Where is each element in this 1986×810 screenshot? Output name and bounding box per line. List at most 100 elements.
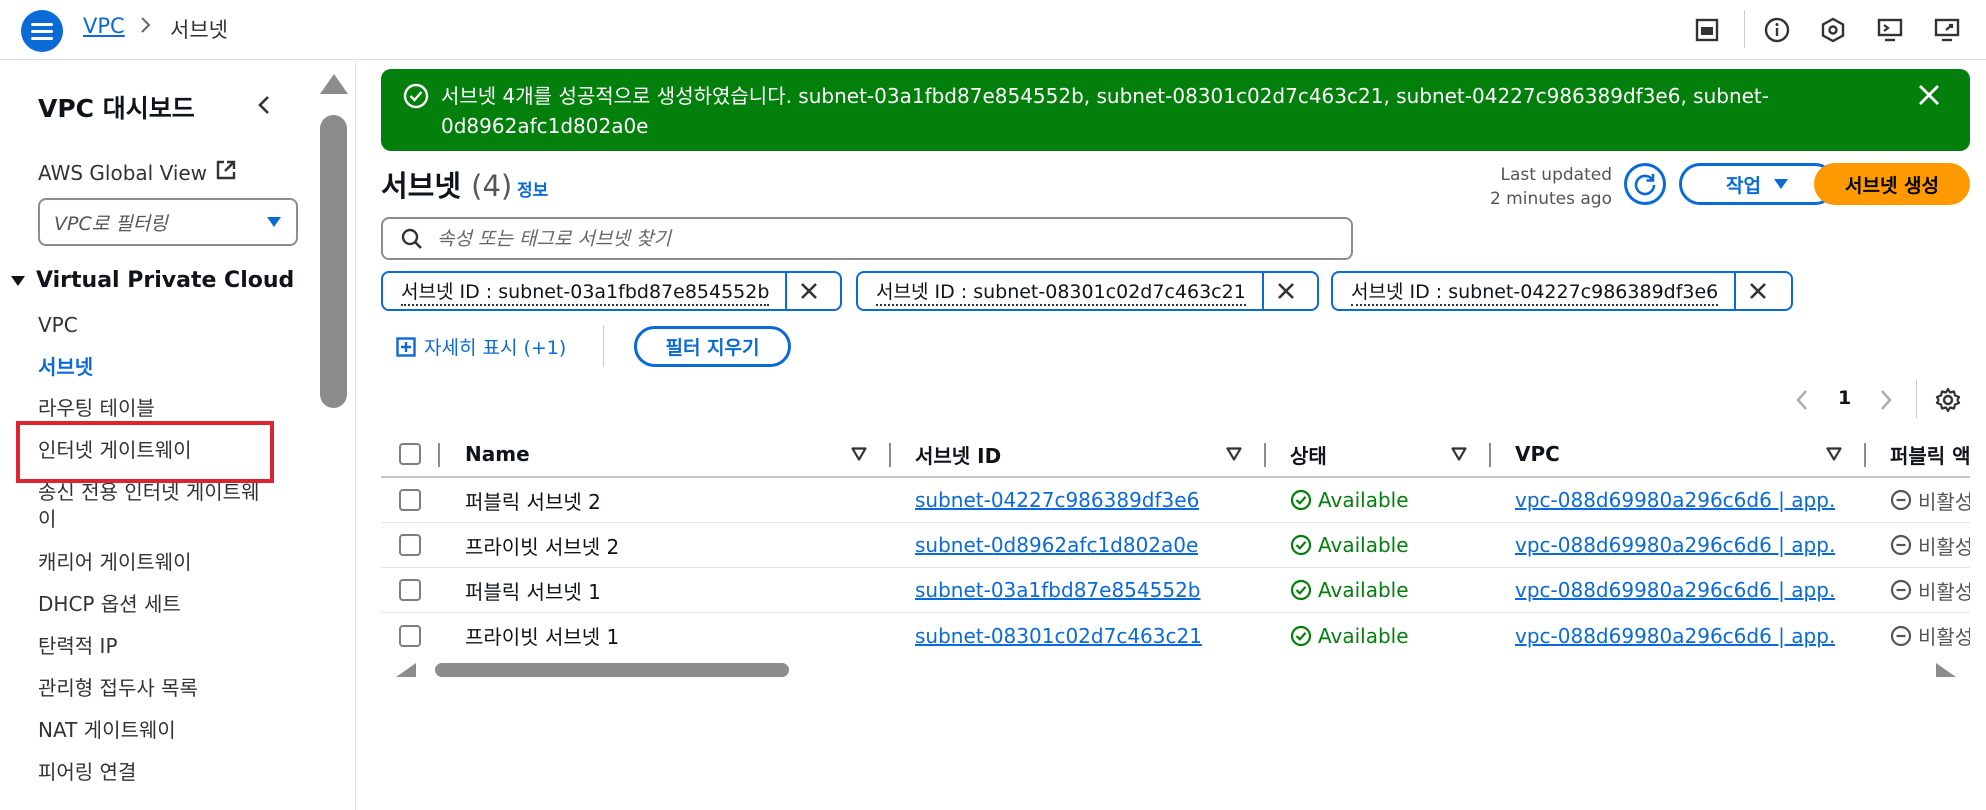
table-horizontal-scrollbar-thumb[interactable] bbox=[435, 663, 789, 677]
filter-token-1: 서브넷 ID : subnet-03a1fbd87e854552b bbox=[381, 271, 842, 311]
column-header-public[interactable]: 퍼블릭 액 bbox=[1890, 432, 1970, 476]
sidebar-item-vpc[interactable]: VPC bbox=[38, 312, 78, 338]
create-subnet-button[interactable]: 서브넷 생성 bbox=[1814, 163, 1970, 205]
filter-token-3: 서브넷 ID : subnet-04227c986389df3e6 bbox=[1331, 271, 1793, 311]
close-icon[interactable] bbox=[1917, 83, 1947, 113]
sort-caret-icon[interactable] bbox=[1826, 446, 1842, 465]
search-input[interactable] bbox=[437, 227, 1317, 250]
column-separator[interactable] bbox=[889, 443, 891, 467]
table-row[interactable]: 퍼블릭 서브넷 2 subnet-04227c986389df3e6 Avail… bbox=[381, 478, 1970, 523]
row-checkbox[interactable] bbox=[399, 534, 421, 556]
sidebar-scrollbar-thumb[interactable] bbox=[320, 115, 347, 408]
sidebar-item-peering-connections[interactable]: 피어링 연결 bbox=[38, 759, 136, 785]
vpc-filter-select[interactable]: VPC로 필터링 bbox=[38, 198, 298, 246]
remove-token-icon[interactable] bbox=[1261, 273, 1308, 309]
select-all-checkbox[interactable] bbox=[399, 443, 421, 465]
sort-caret-icon[interactable] bbox=[1226, 446, 1242, 465]
column-header-vpc[interactable]: VPC bbox=[1515, 432, 1560, 476]
cell-vpc-link[interactable]: vpc-088d69980a296c6d6 | app… bbox=[1515, 523, 1835, 567]
chevron-right-icon bbox=[140, 15, 152, 39]
sidebar-title: VPC 대시보드 bbox=[38, 94, 195, 123]
cell-subnet-id-link[interactable]: subnet-04227c986389df3e6 bbox=[915, 478, 1199, 522]
gear-icon[interactable] bbox=[1934, 386, 1962, 418]
sidebar-item-elastic-ip[interactable]: 탄력적 IP bbox=[38, 633, 118, 659]
column-separator[interactable] bbox=[1864, 443, 1866, 467]
panel-icon[interactable] bbox=[1690, 13, 1724, 47]
menu-icon[interactable] bbox=[21, 10, 63, 52]
refresh-icon bbox=[1634, 174, 1656, 196]
status-inactive-icon bbox=[1890, 534, 1912, 556]
sort-caret-icon[interactable] bbox=[851, 446, 867, 465]
settings-hex-icon[interactable] bbox=[1816, 13, 1850, 47]
breadcrumb-vpc-link[interactable]: VPC bbox=[83, 14, 125, 38]
table-row[interactable]: 프라이빗 서브넷 1 subnet-08301c02d7c463c21 Avai… bbox=[381, 613, 1970, 652]
info-icon[interactable] bbox=[1760, 13, 1794, 47]
column-header-name[interactable]: Name bbox=[465, 432, 530, 476]
cell-subnet-id-link[interactable]: subnet-03a1fbd87e854552b bbox=[915, 568, 1201, 612]
cell-name: 퍼블릭 서브넷 2 bbox=[465, 489, 601, 514]
filter-token-label[interactable]: 서브넷 ID : subnet-04227c986389df3e6 bbox=[1333, 273, 1734, 309]
sidebar-item-managed-prefix-lists[interactable]: 관리형 접두사 목록 bbox=[38, 675, 198, 701]
scroll-up-arrow[interactable] bbox=[320, 74, 348, 94]
cell-vpc-link[interactable]: vpc-088d69980a296c6d6 | app… bbox=[1515, 613, 1835, 652]
show-more-tokens-link[interactable]: 자세히 표시 (+1) bbox=[396, 333, 566, 360]
status-text: Available bbox=[1318, 578, 1409, 602]
pager-divider bbox=[1916, 380, 1917, 418]
cell-status: Available bbox=[1290, 523, 1409, 567]
sidebar-item-dhcp-option-sets[interactable]: DHCP 옵션 세트 bbox=[38, 591, 181, 617]
column-separator[interactable] bbox=[1489, 443, 1491, 467]
clear-filters-button[interactable]: 필터 지우기 bbox=[634, 326, 791, 367]
last-updated-time: 2 minutes ago bbox=[1489, 189, 1612, 209]
remote-display-icon[interactable] bbox=[1873, 13, 1907, 47]
sidebar-item-route-tables[interactable]: 라우팅 테이블 bbox=[38, 395, 155, 421]
remove-token-icon[interactable] bbox=[1734, 273, 1780, 309]
status-inactive-icon bbox=[1890, 489, 1912, 511]
success-check-icon bbox=[403, 83, 429, 113]
column-header-subnet-id[interactable]: 서브넷 ID bbox=[915, 432, 1001, 476]
select-all-cell bbox=[399, 432, 421, 476]
page-number[interactable]: 1 bbox=[1838, 387, 1851, 409]
row-checkbox[interactable] bbox=[399, 624, 421, 647]
sidebar-item-egress-only-igw-wrap[interactable]: 이 bbox=[38, 506, 56, 532]
row-checkbox[interactable] bbox=[399, 579, 421, 601]
scroll-right-arrow[interactable] bbox=[1936, 663, 1956, 677]
row-select-cell bbox=[399, 613, 421, 652]
chevron-right-icon[interactable] bbox=[1878, 387, 1894, 417]
support-display-icon[interactable] bbox=[1930, 13, 1964, 47]
sort-caret-icon[interactable] bbox=[1451, 446, 1467, 465]
column-header-status[interactable]: 상태 bbox=[1290, 432, 1327, 476]
status-inactive-icon bbox=[1890, 625, 1912, 646]
status-text: Available bbox=[1318, 623, 1409, 648]
cell-public: 비활성 bbox=[1890, 523, 1970, 567]
cell-subnet-id-link[interactable]: subnet-08301c02d7c463c21 bbox=[915, 613, 1202, 652]
row-select-cell bbox=[399, 478, 421, 522]
table-row[interactable]: 퍼블릭 서브넷 1 subnet-03a1fbd87e854552b Avail… bbox=[381, 568, 1970, 613]
section-virtual-private-cloud[interactable]: Virtual Private Cloud bbox=[10, 268, 294, 293]
last-updated: Last updated 2 minutes ago bbox=[1480, 163, 1612, 211]
info-link[interactable]: 정보 bbox=[517, 176, 548, 201]
sidebar-item-nat-gateways[interactable]: NAT 게이트웨이 bbox=[38, 717, 176, 743]
scroll-left-arrow[interactable] bbox=[396, 663, 416, 677]
sidebar-item-carrier-gateways[interactable]: 캐리어 게이트웨이 bbox=[38, 549, 192, 575]
aws-global-view-link[interactable]: AWS Global View bbox=[38, 159, 237, 186]
chevron-left-icon[interactable] bbox=[254, 91, 280, 121]
search-bar[interactable] bbox=[381, 217, 1353, 260]
column-separator[interactable] bbox=[1264, 443, 1266, 467]
cell-public: 비활성 bbox=[1890, 613, 1970, 652]
table-row[interactable]: 프라이빗 서브넷 2 subnet-0d8962afc1d802a0e Avai… bbox=[381, 523, 1970, 568]
cell-public: 비활성 bbox=[1890, 568, 1970, 612]
cell-subnet-id-link[interactable]: subnet-0d8962afc1d802a0e bbox=[915, 523, 1198, 567]
sidebar-item-subnets[interactable]: 서브넷 bbox=[38, 354, 93, 380]
chevron-left-icon[interactable] bbox=[1794, 387, 1810, 417]
cell-vpc-link[interactable]: vpc-088d69980a296c6d6 | app… bbox=[1515, 478, 1835, 522]
vpc-filter-placeholder: VPC로 필터링 bbox=[54, 212, 168, 235]
status-text: Available bbox=[1318, 533, 1409, 557]
refresh-button[interactable] bbox=[1624, 163, 1666, 205]
filter-token-label[interactable]: 서브넷 ID : subnet-08301c02d7c463c21 bbox=[858, 273, 1262, 309]
actions-dropdown-button[interactable]: 작업 bbox=[1679, 163, 1836, 205]
remove-token-icon[interactable] bbox=[785, 273, 831, 309]
row-checkbox[interactable] bbox=[399, 489, 421, 511]
column-separator[interactable] bbox=[438, 443, 440, 467]
cell-vpc-link[interactable]: vpc-088d69980a296c6d6 | app… bbox=[1515, 568, 1835, 612]
filter-token-label[interactable]: 서브넷 ID : subnet-03a1fbd87e854552b bbox=[383, 273, 785, 309]
